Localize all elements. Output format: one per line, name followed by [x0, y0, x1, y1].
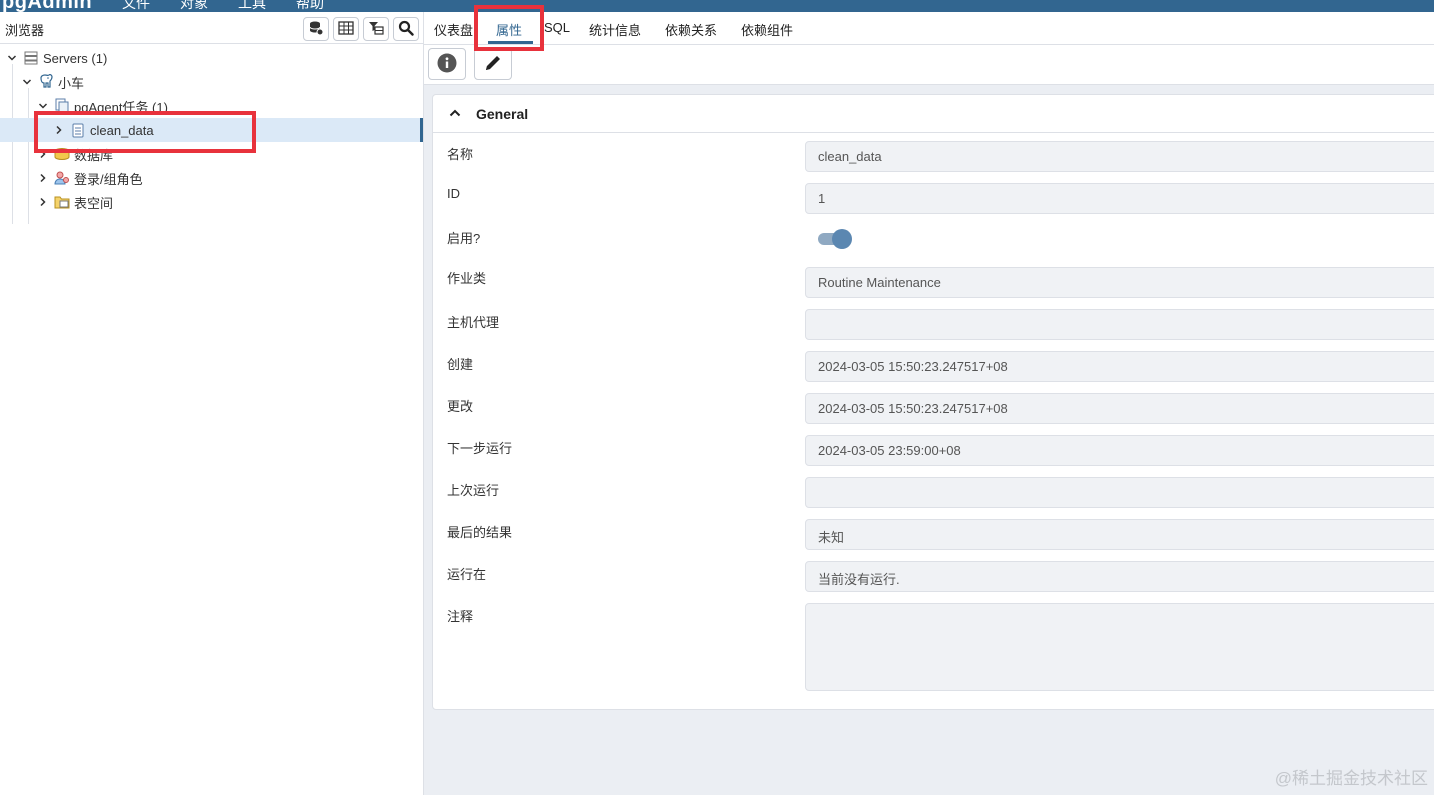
menu-object[interactable]: 对象 [180, 0, 208, 12]
field-value-host-agent[interactable] [805, 309, 1434, 340]
field-label-name: 名称 [447, 147, 474, 162]
tree-node-servers[interactable]: Servers (1) [0, 46, 423, 70]
tree-label: 小车 [58, 75, 85, 91]
edit-button[interactable] [474, 48, 512, 80]
field-label-running-at: 运行在 [447, 567, 487, 582]
annotation-highlight-clean-data [34, 111, 256, 153]
field-value-id[interactable]: 1 [805, 183, 1434, 214]
tab-dependencies[interactable]: 依赖关系 [665, 20, 717, 39]
enabled-toggle[interactable] [818, 229, 854, 249]
filter-rows-button[interactable] [363, 17, 389, 41]
tab-dependents[interactable]: 依赖组件 [741, 20, 793, 39]
menu-tools[interactable]: 工具 [238, 0, 266, 12]
watermark: @稀土掘金技术社区 [1274, 769, 1428, 788]
info-icon [437, 53, 457, 76]
tree-node-tablespaces[interactable]: 表空间 [0, 190, 423, 214]
tab-dashboard[interactable]: 仪表盘 [434, 20, 473, 39]
app-logo: pgAdmin [2, 0, 93, 12]
tab-sql[interactable]: SQL [544, 20, 570, 35]
field-label-last-result: 最后的结果 [447, 525, 513, 540]
tab-statistics[interactable]: 统计信息 [589, 20, 641, 39]
field-value-job-class[interactable]: Routine Maintenance [805, 267, 1434, 298]
query-tool-button[interactable] [303, 17, 329, 41]
field-label-id: ID [447, 186, 460, 201]
edit-pencil-icon [483, 53, 503, 76]
tree-label: 表空间 [74, 195, 114, 211]
field-value-name[interactable]: clean_data [805, 141, 1434, 172]
tab-bar: 仪表盘 属性 SQL 统计信息 依赖关系 依赖组件 [424, 12, 1434, 45]
filter-table-icon [368, 21, 384, 38]
postgres-elephant-icon [38, 74, 54, 90]
field-label-next-run: 下一步运行 [447, 441, 513, 456]
search-icon [398, 20, 414, 39]
field-value-created[interactable]: 2024-03-05 15:50:23.247517+08 [805, 351, 1434, 382]
field-label-job-class: 作业类 [447, 271, 487, 286]
servers-icon [23, 50, 39, 66]
field-value-comment[interactable] [805, 603, 1434, 691]
roles-icon [54, 170, 70, 186]
field-value-next-run[interactable]: 2024-03-05 23:59:00+08 [805, 435, 1434, 466]
field-value-running-at[interactable]: 当前没有运行. [805, 561, 1434, 592]
field-value-last-run[interactable] [805, 477, 1434, 508]
toggle-knob [832, 229, 852, 249]
tree-node-server-xiaoche[interactable]: 小车 [0, 70, 423, 94]
field-label-changed: 更改 [447, 399, 474, 414]
section-title: General [476, 106, 529, 122]
tree-label: Servers (1) [43, 50, 108, 66]
properties-panel: 仪表盘 属性 SQL 统计信息 依赖关系 依赖组件 General 名称 cle… [424, 12, 1434, 795]
field-label-host-agent: 主机代理 [447, 315, 500, 330]
menu-help[interactable]: 帮助 [296, 0, 324, 12]
database-query-icon [308, 20, 324, 39]
view-data-button[interactable] [333, 17, 359, 41]
field-label-created: 创建 [447, 357, 474, 372]
field-value-changed[interactable]: 2024-03-05 15:50:23.247517+08 [805, 393, 1434, 424]
properties-toolbar [424, 45, 1434, 85]
field-label-comment: 注释 [447, 609, 474, 624]
chevron-right-icon[interactable] [36, 195, 50, 209]
field-label-enabled: 启用? [447, 231, 481, 246]
info-button[interactable] [428, 48, 466, 80]
chevron-down-icon[interactable] [20, 75, 34, 89]
search-objects-button[interactable] [393, 17, 419, 41]
browser-title: 浏览器 [5, 23, 45, 38]
chevron-up-icon[interactable] [449, 107, 461, 122]
annotation-highlight-properties-tab [474, 5, 544, 51]
chevron-right-icon[interactable] [36, 171, 50, 185]
menu-file[interactable]: 文件 [122, 0, 150, 12]
tree-label: 登录/组角色 [74, 171, 143, 187]
general-section: General 名称 clean_data ID 1 启用? 作业类 Routi… [432, 94, 1434, 710]
field-label-last-run: 上次运行 [447, 483, 500, 498]
table-view-icon [338, 20, 354, 38]
app-header: pgAdmin 文件 对象 工具 帮助 [0, 0, 1434, 12]
chevron-down-icon[interactable] [5, 51, 19, 65]
general-section-header[interactable]: General [433, 95, 1434, 133]
tree-node-login-group-roles[interactable]: 登录/组角色 [0, 166, 423, 190]
tablespaces-icon [54, 194, 70, 210]
field-value-last-result[interactable]: 未知 [805, 519, 1434, 550]
browser-header: 浏览器 [0, 12, 423, 44]
